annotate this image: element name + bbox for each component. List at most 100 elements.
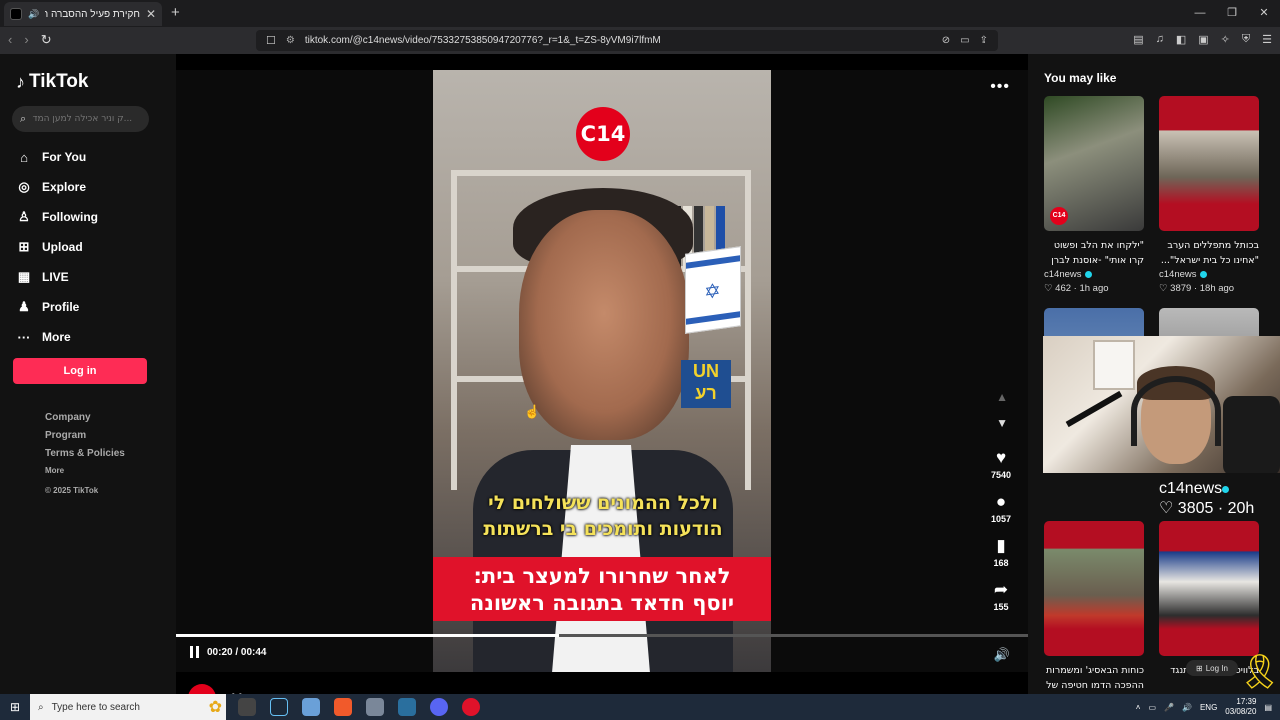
nav-buttons: ‹ › ↻ [8, 32, 52, 48]
windows-taskbar: ⊞ ⌕ Type here to search ✿ ˄ ▭ 🎤 🔊 ENG 17… [0, 694, 1280, 720]
playback-controls: 00:20 / 00:44 [190, 646, 267, 658]
cast-icon[interactable]: ▭ [960, 35, 969, 46]
windows-start-icon[interactable]: ⊞ [0, 700, 30, 714]
share-icon: ➦ [993, 580, 1009, 599]
video-subtitle: ולכל ההמונים ששולחים לי הודעות ותומכים ב… [453, 490, 753, 542]
url-field[interactable]: ☐ ⚙ tiktok.com/@c14news/video/7533275385… [256, 30, 998, 51]
tiktok-logo[interactable]: ♪ TikTok [16, 71, 88, 93]
language-indicator[interactable]: ENG [1200, 703, 1217, 712]
sidebar-item-label: Profile [42, 300, 80, 314]
comment-icon: ● [995, 492, 1007, 511]
profile-icon: ♟ [18, 299, 30, 314]
music-icon[interactable]: ♫ [1156, 33, 1164, 46]
card-author[interactable]: c14news [1159, 269, 1259, 280]
discord-icon[interactable] [430, 698, 448, 716]
banner-line-2: יוסף חדאד בתגובה ראשונה [469, 591, 735, 615]
footer-more-link[interactable]: More [45, 466, 125, 482]
steam-icon[interactable] [270, 698, 288, 716]
bookmark-icon[interactable]: ☐ [266, 34, 276, 47]
minimize-icon[interactable]: — [1184, 0, 1216, 27]
restore-icon[interactable]: ❐ [1216, 0, 1248, 27]
reader-icon[interactable]: ▤ [1133, 33, 1143, 46]
menu-icon[interactable]: ☰ [1262, 33, 1272, 46]
footer-terms-link[interactable]: Terms & Policies [45, 448, 125, 466]
search-icon: ⌕ [38, 701, 44, 713]
save-button[interactable]: ▮ 168 [993, 536, 1008, 580]
comment-button[interactable]: ● 1057 [991, 492, 1011, 536]
close-window-icon[interactable]: ✕ [1248, 0, 1280, 27]
notifications-icon[interactable]: ▤ [1264, 703, 1272, 712]
forward-icon[interactable]: › [24, 32, 28, 48]
video-thumbnail[interactable] [1159, 521, 1259, 656]
reload-icon[interactable]: ↻ [41, 32, 52, 48]
sidebar-item-following[interactable]: ♙ Following [16, 202, 166, 232]
previous-video-icon[interactable]: ▲ [996, 390, 1008, 404]
search-box[interactable]: ⌕ [12, 106, 149, 132]
like-count: 7540 [990, 470, 1012, 480]
url-text[interactable]: tiktok.com/@c14news/video/75332753850947… [305, 35, 932, 46]
footer-company-link[interactable]: Company [45, 412, 125, 430]
video-thumbnail[interactable] [1044, 521, 1144, 656]
sidebar-item-label: LIVE [42, 270, 69, 284]
browser-tab-bar: 🔊 חקירת פעיל ההסברה חדאד: ... ✕ + — ❐ ✕ [0, 0, 1280, 27]
sidebar-item-explore[interactable]: ◎ Explore [16, 172, 166, 202]
video-thumbnail[interactable] [1159, 96, 1259, 231]
next-video-icon[interactable]: ▼ [996, 416, 1008, 430]
card-meta: ♡ 3879 · 18h ago [1159, 283, 1235, 294]
more-options-icon[interactable]: ••• [990, 78, 1010, 96]
sidebar-item-for-you[interactable]: ⌂ For You [16, 142, 166, 172]
vpn-icon[interactable]: ⛨ [1242, 33, 1250, 46]
suggested-video-card[interactable]: כוחות הבאסיג' ומשמרות ההפכה הדמו חטיפה ש… [1044, 521, 1144, 693]
sunflower-icon: ✿ [208, 699, 222, 716]
no-cast-icon[interactable]: ⊘ [942, 35, 950, 46]
brave-icon[interactable] [334, 698, 352, 716]
card-title: בכותל מתפללים הערב "אחינו כל בית ישראל".… [1160, 240, 1259, 266]
like-button[interactable]: ♥ 7540 [991, 448, 1011, 492]
network-icon[interactable]: ▭ [1148, 703, 1156, 712]
sidebar-toggle-icon[interactable]: ◧ [1176, 33, 1186, 46]
close-tab-icon[interactable]: ✕ [146, 7, 156, 21]
upload-icon: ⊞ [18, 239, 30, 254]
volume-icon[interactable]: 🔊 [994, 647, 1010, 663]
search-input[interactable] [32, 114, 133, 124]
app-icon[interactable] [238, 698, 256, 716]
ai-icon[interactable]: ✧ [1221, 33, 1230, 46]
video-thumbnail[interactable]: C14 [1044, 96, 1144, 231]
login-button[interactable]: Log in [13, 358, 147, 384]
sidebar-item-label: More [42, 330, 71, 344]
volume-icon[interactable]: 🔊 [1182, 703, 1192, 712]
footer-program-link[interactable]: Program [45, 430, 125, 448]
progress-bar[interactable] [176, 634, 1028, 637]
chevron-up-icon[interactable]: ˄ [1136, 703, 1141, 712]
pause-icon[interactable] [190, 646, 199, 658]
app-icon[interactable] [302, 698, 320, 716]
shield-app-icon[interactable] [366, 698, 384, 716]
bookmark-icon: ▮ [996, 536, 1006, 555]
share-page-icon[interactable]: ⇪ [980, 35, 988, 46]
opera-icon[interactable] [462, 698, 480, 716]
sidebar-item-profile[interactable]: ♟ Profile [16, 292, 166, 322]
search-icon[interactable]: ⌕ [20, 113, 26, 126]
sidebar-item-live[interactable]: ▦ LIVE [16, 262, 166, 292]
logo-text: TikTok [29, 71, 89, 92]
floating-login-button[interactable]: ⊞ Log In [1186, 660, 1238, 676]
new-tab-button[interactable]: + [171, 4, 180, 21]
sidebar-item-more[interactable]: ··· More [16, 322, 166, 352]
sidebar-item-upload[interactable]: ⊞ Upload [16, 232, 166, 262]
back-icon[interactable]: ‹ [8, 32, 12, 48]
suggested-video-card[interactable]: C14 "ילקחו את הלב ופשוט קרו אותי" -אוסנת… [1044, 96, 1144, 294]
clock[interactable]: 17:39 03/08/20 [1225, 697, 1256, 717]
wallet-icon[interactable]: ▣ [1198, 33, 1208, 46]
share-button[interactable]: ➦ 155 [993, 580, 1008, 624]
app-icon[interactable] [398, 698, 416, 716]
browser-tab[interactable]: 🔊 חקירת פעיל ההסברה חדאד: ... ✕ [4, 2, 162, 26]
mic-icon[interactable]: 🎤 [1164, 703, 1174, 712]
site-info-icon[interactable]: ⚙ [286, 35, 295, 46]
speaker-icon[interactable]: 🔊 [28, 9, 39, 20]
suggested-video-card[interactable]: בכותל מתפללים הערב "אחינו כל בית ישראל".… [1159, 96, 1259, 294]
webcam-window [1093, 340, 1135, 390]
card-author[interactable]: c14news [1044, 269, 1144, 280]
video-player[interactable]: ✡ UN רע C14 ולכל ההמונים ששולחים לי הודע… [433, 70, 771, 672]
card-title: "ילקחו את הלב ופשוט קרו אותי" -אוסנת לבר… [1051, 240, 1144, 266]
taskbar-search[interactable]: ⌕ Type here to search ✿ [30, 694, 226, 720]
